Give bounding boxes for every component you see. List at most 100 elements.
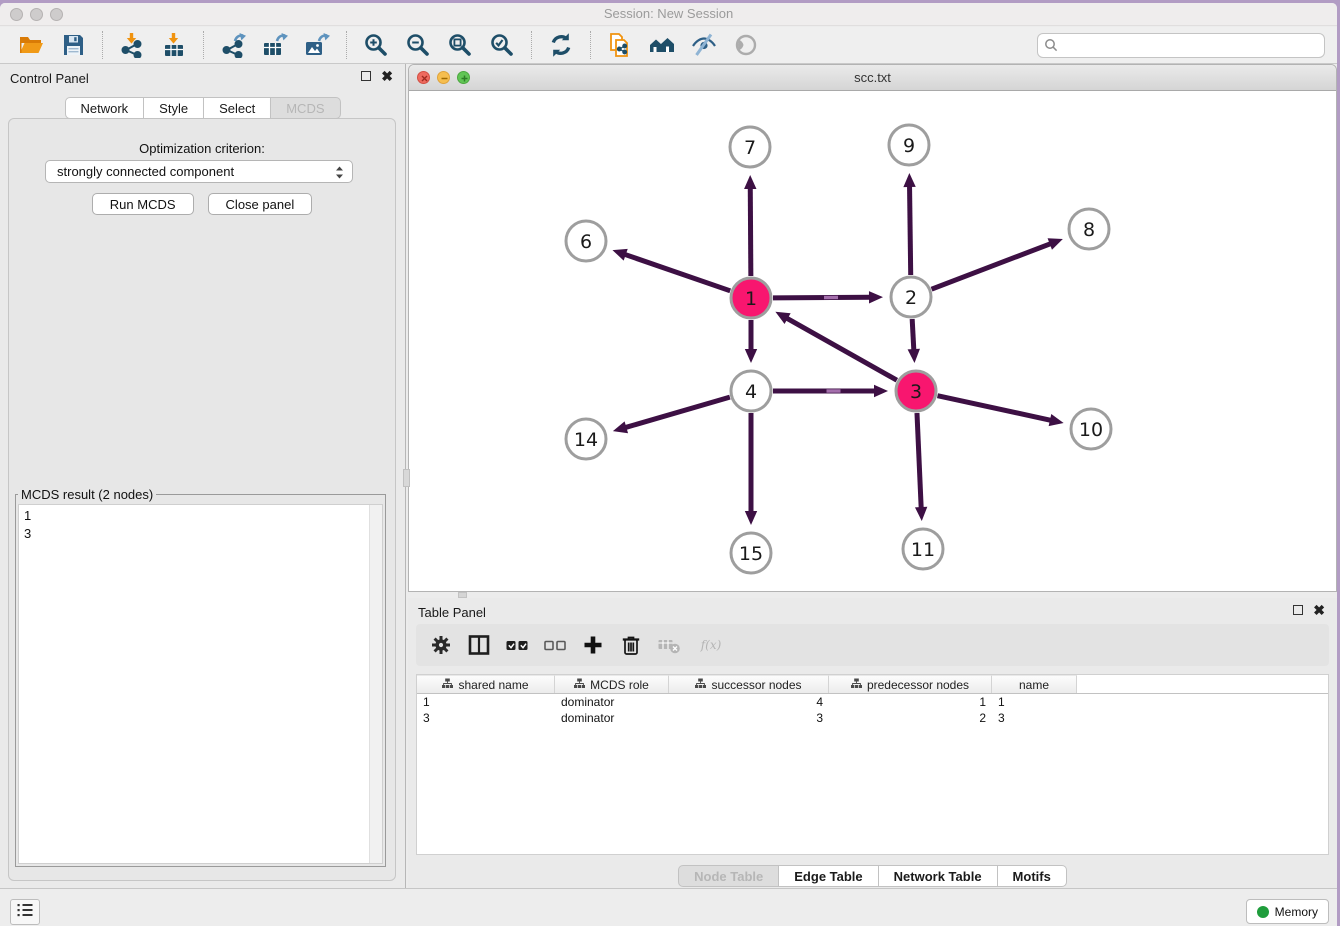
tab-motifs[interactable]: Motifs xyxy=(998,865,1067,887)
table-cell[interactable]: 3 xyxy=(669,711,829,725)
run-mcds-button[interactable]: Run MCDS xyxy=(92,193,194,215)
tab-select[interactable]: Select xyxy=(204,97,271,119)
tab-network-table[interactable]: Network Table xyxy=(879,865,998,887)
close-panel-icon[interactable]: ✖ xyxy=(381,71,393,81)
graph-edge-1-7[interactable] xyxy=(750,187,751,276)
graph-edge-3-10[interactable] xyxy=(937,396,1051,421)
graph-edge-arrow xyxy=(908,349,920,363)
graph-node-7[interactable]: 7 xyxy=(730,127,770,167)
close-table-panel-icon[interactable]: ✖ xyxy=(1313,605,1325,615)
column-header-MCDS-role[interactable]: MCDS role xyxy=(555,675,669,693)
export-image-icon[interactable] xyxy=(302,30,332,60)
control-panel-title: Control Panel xyxy=(10,71,89,86)
graph-edge-2-8[interactable] xyxy=(932,243,1052,289)
column-header-icon xyxy=(574,678,585,692)
column-header-successor-nodes[interactable]: successor nodes xyxy=(669,675,829,693)
tab-style[interactable]: Style xyxy=(144,97,204,119)
control-panel-titlebar: Control Panel ✖ xyxy=(0,64,405,92)
table-cell[interactable]: 3 xyxy=(992,711,1077,725)
network-view-window: scc.txt 1 2 3 4 6 7 8 9 10 11 14 15 xyxy=(408,64,1337,592)
close-panel-button[interactable]: Close panel xyxy=(208,193,313,215)
tab-mcds[interactable]: MCDS xyxy=(271,97,340,119)
graph-node-4[interactable]: 4 xyxy=(731,371,771,411)
graph-node-8[interactable]: 8 xyxy=(1069,209,1109,249)
graph-node-14[interactable]: 14 xyxy=(566,419,606,459)
mcds-result-box: MCDS result (2 nodes) 13 xyxy=(15,487,386,867)
dropdown-value: strongly connected component xyxy=(57,164,234,179)
network-overview-icon[interactable] xyxy=(647,30,677,60)
zoom-fit-icon[interactable] xyxy=(445,30,475,60)
export-table-icon[interactable] xyxy=(260,30,290,60)
duplicate-network-icon[interactable] xyxy=(605,30,635,60)
deselect-all-icon[interactable] xyxy=(542,632,568,658)
chevron-updown-icon xyxy=(334,164,345,184)
float-table-panel-icon[interactable] xyxy=(1293,605,1303,615)
mcds-result-line: 3 xyxy=(24,525,377,543)
hide-details-icon[interactable] xyxy=(689,30,719,60)
graph-node-15[interactable]: 15 xyxy=(731,533,771,573)
table-cell[interactable]: dominator xyxy=(555,695,669,709)
graph-node-11[interactable]: 11 xyxy=(903,529,943,569)
toolbar-groups xyxy=(10,30,767,60)
graph-edge-2-3[interactable] xyxy=(912,319,914,351)
mcds-result-line: 1 xyxy=(24,507,377,525)
column-header-predecessor-nodes[interactable]: predecessor nodes xyxy=(829,675,992,693)
network-window-titlebar[interactable]: scc.txt xyxy=(409,65,1336,91)
control-panel: Control Panel ✖ NetworkStyleSelectMCDS O… xyxy=(0,64,406,888)
graph-edge-4-14[interactable] xyxy=(624,397,729,428)
graph-node-2[interactable]: 2 xyxy=(891,277,931,317)
mcds-result-text[interactable]: 13 xyxy=(18,504,383,864)
delete-column-icon[interactable] xyxy=(618,632,644,658)
columns-icon[interactable] xyxy=(466,632,492,658)
open-file-icon[interactable] xyxy=(16,30,46,60)
column-header-name[interactable]: name xyxy=(992,675,1077,693)
node-table[interactable]: shared nameMCDS rolesuccessor nodesprede… xyxy=(416,674,1329,855)
table-cell[interactable]: 1 xyxy=(417,695,555,709)
tab-node-table[interactable]: Node Table xyxy=(678,865,779,887)
graph-edge-3-1[interactable] xyxy=(786,318,897,381)
import-table-icon[interactable] xyxy=(159,30,189,60)
select-all-icon[interactable] xyxy=(504,632,530,658)
graph-node-3[interactable]: 3 xyxy=(896,371,936,411)
table-cell[interactable]: 4 xyxy=(669,695,829,709)
memory-button[interactable]: Memory xyxy=(1246,899,1329,924)
save-session-icon[interactable] xyxy=(58,30,88,60)
zoom-out-icon[interactable] xyxy=(403,30,433,60)
graph-node-9[interactable]: 9 xyxy=(889,125,929,165)
add-column-icon[interactable] xyxy=(580,632,606,658)
mcds-panel: Optimization criterion: strongly connect… xyxy=(8,118,396,881)
panel-splitter-handle[interactable] xyxy=(403,469,410,487)
export-network-icon[interactable] xyxy=(218,30,248,60)
zoom-selected-icon[interactable] xyxy=(487,30,517,60)
graph-edge-1-2[interactable] xyxy=(773,297,871,298)
optimization-criterion-select[interactable]: strongly connected component xyxy=(45,160,353,183)
gear-icon[interactable] xyxy=(428,632,454,658)
tab-network[interactable]: Network xyxy=(64,97,144,119)
table-row[interactable]: 1dominator411 xyxy=(417,694,1328,710)
tab-edge-table[interactable]: Edge Table xyxy=(779,865,878,887)
graph-edge-2-9[interactable] xyxy=(910,185,911,275)
search-input[interactable] xyxy=(1037,33,1325,58)
graph-edge-arrow xyxy=(869,291,883,303)
import-network-icon[interactable] xyxy=(117,30,147,60)
table-panel-title: Table Panel xyxy=(418,605,486,620)
graph-node-10[interactable]: 10 xyxy=(1071,409,1111,449)
delete-table-icon xyxy=(656,632,682,658)
column-header-shared-name[interactable]: shared name xyxy=(417,675,555,693)
table-cell[interactable]: 1 xyxy=(829,695,992,709)
graph-edge-1-6[interactable] xyxy=(624,254,730,291)
table-row[interactable]: 3dominator323 xyxy=(417,710,1328,726)
graph-node-6[interactable]: 6 xyxy=(566,221,606,261)
table-cell[interactable]: dominator xyxy=(555,711,669,725)
table-cell[interactable]: 1 xyxy=(992,695,1077,709)
float-panel-icon[interactable] xyxy=(361,71,371,81)
zoom-in-icon[interactable] xyxy=(361,30,391,60)
table-cell[interactable]: 2 xyxy=(829,711,992,725)
task-history-button[interactable] xyxy=(10,899,40,925)
result-scrollbar[interactable] xyxy=(369,505,382,863)
apply-layout-icon[interactable] xyxy=(546,30,576,60)
network-canvas[interactable]: 1 2 3 4 6 7 8 9 10 11 14 15 xyxy=(409,91,1336,591)
graph-node-1[interactable]: 1 xyxy=(731,278,771,318)
graph-edge-3-11[interactable] xyxy=(917,413,921,509)
table-cell[interactable]: 3 xyxy=(417,711,555,725)
